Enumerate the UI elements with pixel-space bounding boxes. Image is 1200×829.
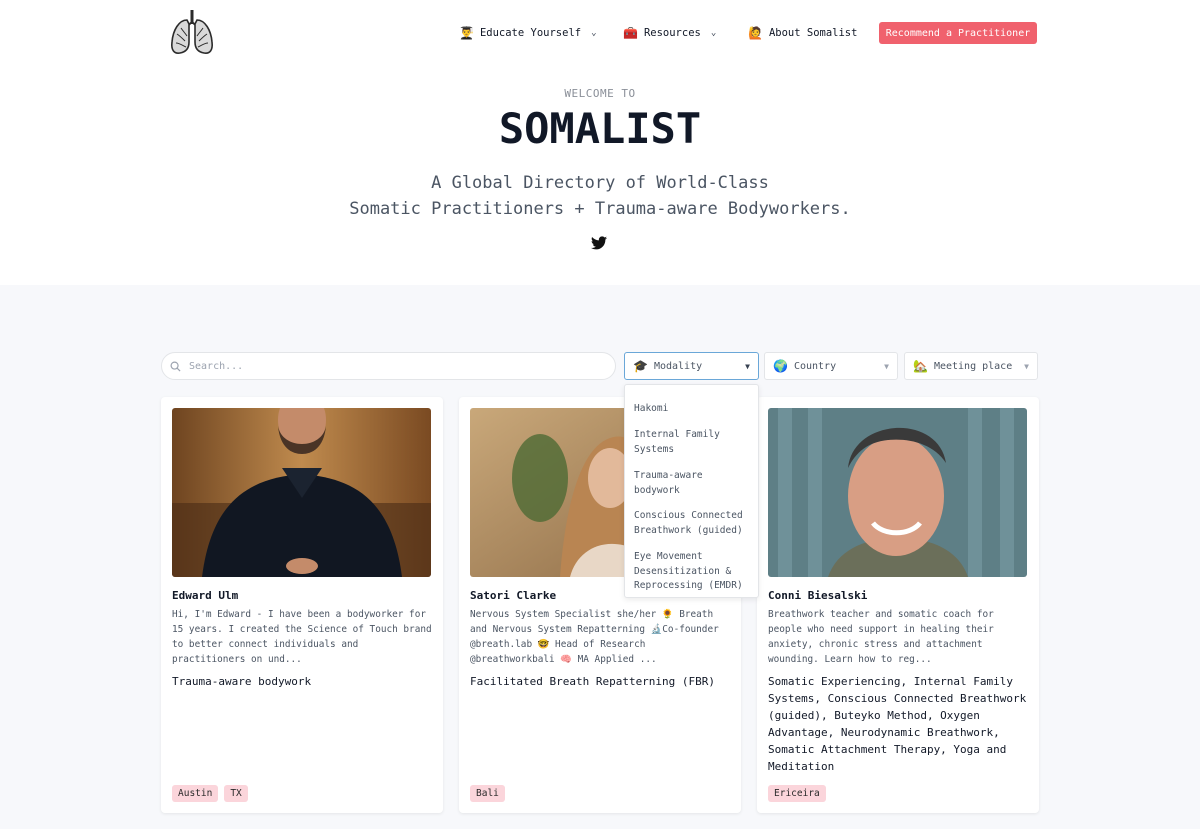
site-header: 👨‍🎓 Educate Yourself ⌄ 🧰 Resources ⌄ 🙋 A… xyxy=(0,0,1200,285)
dropdown-option[interactable]: Trauma-aware bodywork xyxy=(634,469,754,498)
dropdown-option[interactable]: Hakomi xyxy=(634,402,754,417)
modality-select-label: Modality xyxy=(653,360,703,372)
location-tags: Austin TX xyxy=(172,785,248,802)
page-title: SOMALIST xyxy=(498,104,702,153)
nav-about-somalist[interactable]: 🙋 About Somalist xyxy=(748,22,857,44)
nav-resources[interactable]: 🧰 Resources ⌄ xyxy=(623,22,716,44)
globe-icon: 🌍 xyxy=(773,359,788,373)
recommend-practitioner-button[interactable]: Recommend a Practitioner xyxy=(879,22,1037,44)
practitioner-modalities: Facilitated Breath Repatterning (FBR) xyxy=(470,675,716,688)
country-select-label: Country xyxy=(793,360,837,372)
practitioner-name: Conni Biesalski xyxy=(768,589,868,602)
chevron-down-icon: ⌄ xyxy=(710,28,717,38)
practitioner-bio: Breathwork teacher and somatic coach for… xyxy=(768,609,994,665)
practitioner-bio: Hi, I'm Edward - I have been a bodyworke… xyxy=(172,609,432,665)
modality-dropdown[interactable]: … Hakomi Internal Family Systems Trauma-… xyxy=(624,384,759,598)
location-tag[interactable]: Austin xyxy=(172,785,219,802)
search-box[interactable] xyxy=(161,352,616,380)
country-select[interactable]: 🌍 Country ▼ xyxy=(764,352,898,380)
welcome-label: WELCOME TO xyxy=(564,87,636,100)
practitioner-photo xyxy=(768,408,1027,577)
practitioner-modalities: Somatic Experiencing, Internal Family Sy… xyxy=(768,675,1027,773)
modality-select[interactable]: 🎓 Modality ▼ xyxy=(624,352,759,380)
chevron-down-icon: ▼ xyxy=(884,361,889,371)
raising-hand-emoji-icon: 🙋 xyxy=(748,26,763,40)
meeting-place-select-label: Meeting place xyxy=(933,360,1013,372)
nav-label: Educate Yourself xyxy=(479,27,582,39)
graduate-emoji-icon: 👨‍🎓 xyxy=(459,26,474,40)
practitioner-card[interactable]: Edward Ulm Hi, I'm Edward - I have been … xyxy=(161,397,443,813)
location-tag[interactable]: TX xyxy=(224,785,248,802)
tagline-line-2: Somatic Practitioners + Trauma-aware Bod… xyxy=(349,199,851,219)
house-icon: 🏡 xyxy=(913,359,928,373)
search-input[interactable] xyxy=(189,360,609,372)
location-tag[interactable]: Bali xyxy=(470,785,505,802)
nav-label: Resources xyxy=(643,27,701,39)
nav-educate-yourself[interactable]: 👨‍🎓 Educate Yourself ⌄ xyxy=(459,22,597,44)
location-tags: Ericeira xyxy=(768,785,826,802)
tagline: A Global Directory of World-Class Somati… xyxy=(0,170,1200,222)
practitioner-photo xyxy=(172,408,431,577)
tagline-line-1: A Global Directory of World-Class xyxy=(431,173,769,193)
dropdown-option[interactable]: Internal Family Systems xyxy=(634,428,754,457)
search-icon xyxy=(170,361,181,372)
practitioner-card[interactable]: Conni Biesalski Breathwork teacher and s… xyxy=(757,397,1039,813)
practitioner-modalities: Trauma-aware bodywork xyxy=(172,675,312,688)
graduation-cap-icon: 🎓 xyxy=(633,359,648,373)
meeting-place-select[interactable]: 🏡 Meeting place ▼ xyxy=(904,352,1038,380)
dropdown-option[interactable]: Conscious Connected Breathwork (guided) xyxy=(634,509,754,538)
location-tag[interactable]: Ericeira xyxy=(768,785,826,802)
dropdown-option[interactable]: Eye Movement Desensitization & Reprocess… xyxy=(634,550,754,594)
twitter-icon[interactable] xyxy=(591,236,607,250)
practitioner-name: Edward Ulm xyxy=(172,589,239,602)
chevron-down-icon: ▼ xyxy=(745,361,750,371)
dropdown-option-partial[interactable]: … xyxy=(634,385,754,390)
chevron-down-icon: ▼ xyxy=(1024,361,1029,371)
practitioner-bio: Nervous System Specialist she/her 🌻 Brea… xyxy=(470,609,719,665)
location-tags: Bali xyxy=(470,785,505,802)
toolbox-emoji-icon: 🧰 xyxy=(623,26,638,40)
nav-label: About Somalist xyxy=(768,27,858,39)
chevron-down-icon: ⌄ xyxy=(591,28,597,38)
